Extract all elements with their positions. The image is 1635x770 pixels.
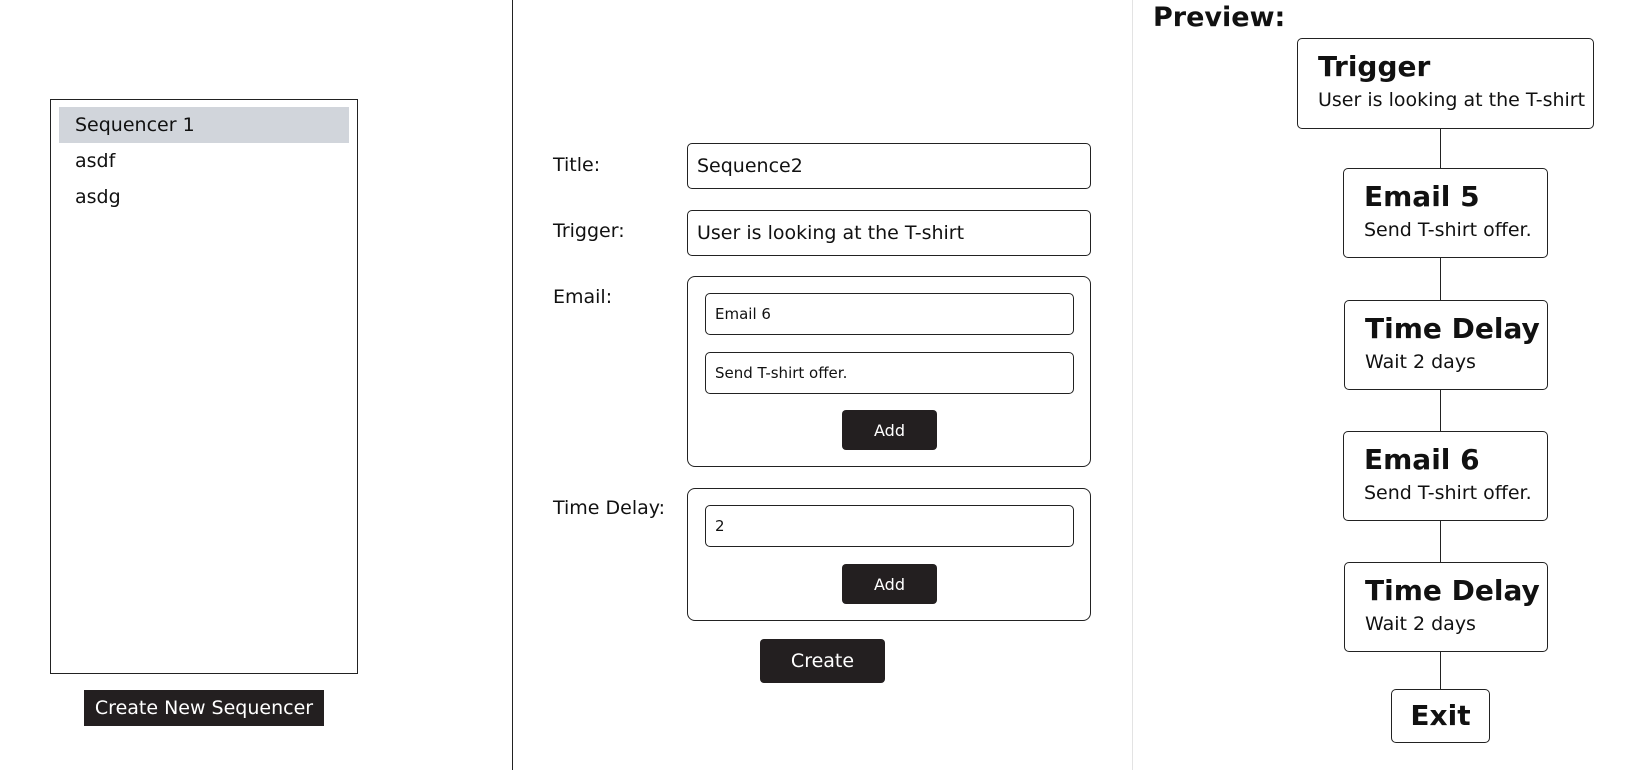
- flow-connector: [1440, 521, 1441, 562]
- preview-node-subtitle: Wait 2 days: [1365, 351, 1476, 373]
- add-email-button[interactable]: Add: [842, 410, 937, 450]
- time-delay-group: Add: [687, 488, 1091, 621]
- title-label: Title:: [553, 154, 601, 176]
- preview-node-time-delay: Time Delay Wait 2 days: [1344, 562, 1548, 652]
- email-group: Add: [687, 276, 1091, 467]
- flow-connector: [1440, 390, 1441, 431]
- email-body-input[interactable]: [705, 352, 1074, 394]
- preview-node-email: Email 5 Send T-shirt offer.: [1343, 168, 1548, 258]
- add-time-delay-button[interactable]: Add: [842, 564, 937, 604]
- preview-node-subtitle: User is looking at the T-shirt: [1318, 89, 1586, 111]
- sequencer-list-item[interactable]: asdf: [59, 143, 349, 179]
- email-name-input[interactable]: [705, 293, 1074, 335]
- sequencer-list[interactable]: Sequencer 1 asdf asdg: [50, 99, 358, 674]
- title-input[interactable]: [687, 143, 1091, 189]
- flow-connector: [1440, 129, 1441, 168]
- time-delay-label: Time Delay:: [553, 497, 666, 519]
- preview-node-title: Time Delay: [1365, 312, 1540, 345]
- preview-node-title: Time Delay: [1365, 574, 1540, 607]
- flow-connector: [1440, 258, 1441, 300]
- flow-connector: [1440, 652, 1441, 689]
- preview-node-time-delay: Time Delay Wait 2 days: [1344, 300, 1548, 390]
- create-button[interactable]: Create: [760, 639, 885, 683]
- preview-node-title: Email 6: [1364, 443, 1480, 476]
- preview-node-subtitle: Wait 2 days: [1365, 613, 1476, 635]
- preview-node-title: Trigger: [1318, 50, 1431, 83]
- preview-node-subtitle: Send T-shirt offer.: [1364, 482, 1532, 504]
- preview-node-title: Email 5: [1364, 180, 1480, 213]
- trigger-input[interactable]: [687, 210, 1091, 256]
- preview-heading: Preview:: [1153, 2, 1286, 33]
- preview-node-exit: Exit: [1391, 689, 1490, 743]
- sequencer-list-item[interactable]: asdg: [59, 179, 349, 215]
- time-delay-input[interactable]: [705, 505, 1074, 547]
- preview-node-email: Email 6 Send T-shirt offer.: [1343, 431, 1548, 521]
- trigger-label: Trigger:: [553, 220, 625, 242]
- create-new-sequencer-button[interactable]: Create New Sequencer: [84, 690, 324, 726]
- sequencer-list-item[interactable]: Sequencer 1: [59, 107, 349, 143]
- left-column-divider: [512, 0, 513, 770]
- preview-node-subtitle: Send T-shirt offer.: [1364, 219, 1532, 241]
- email-label: Email:: [553, 286, 613, 308]
- right-column-divider: [1132, 0, 1133, 770]
- preview-node-trigger: Trigger User is looking at the T-shirt: [1297, 38, 1594, 129]
